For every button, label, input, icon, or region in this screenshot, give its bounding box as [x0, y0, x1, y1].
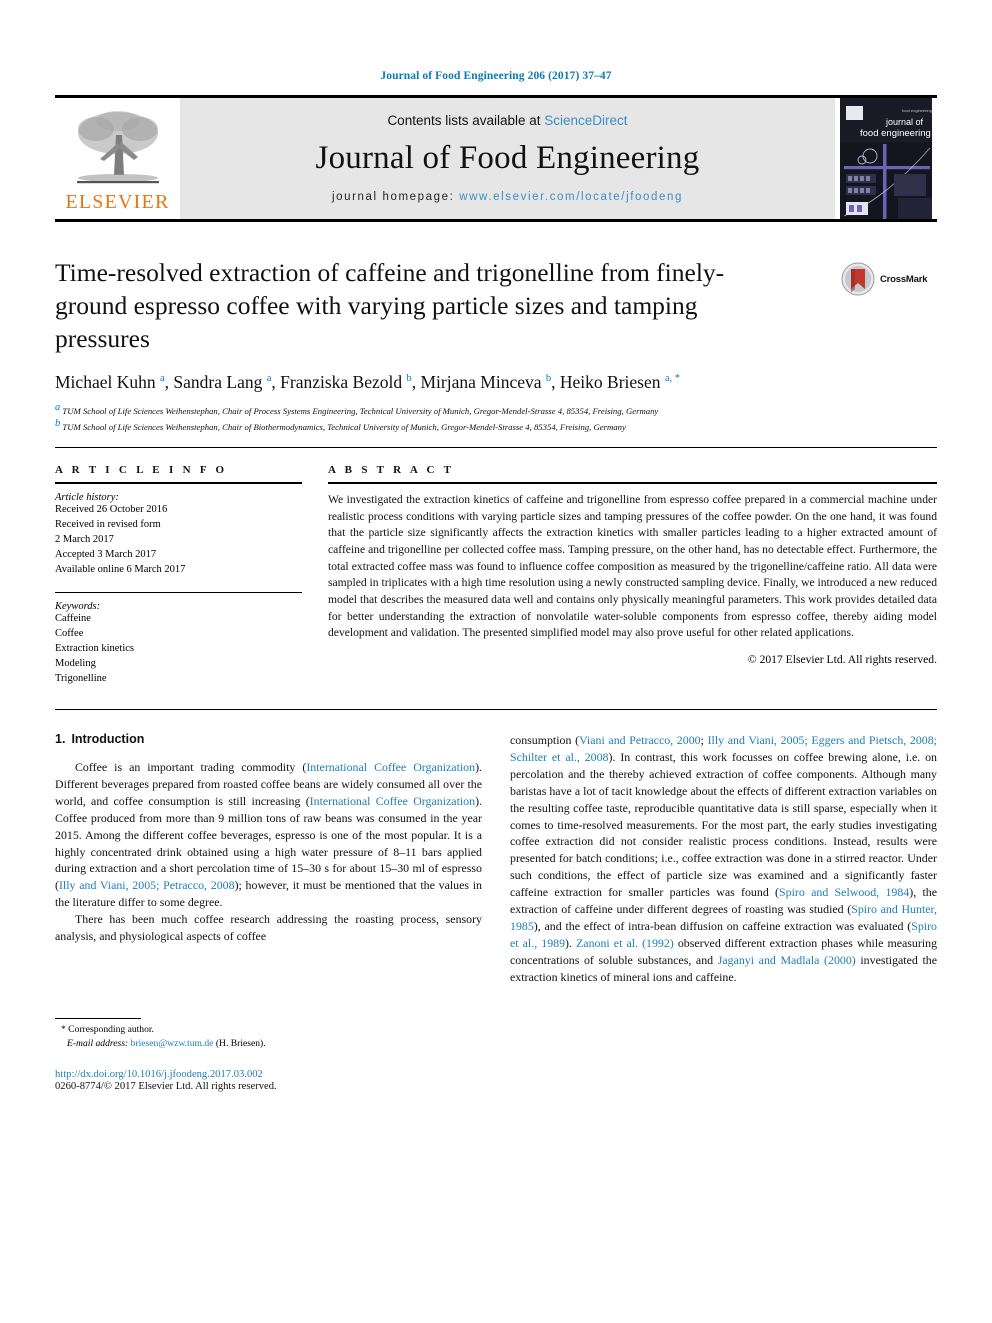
citation-link: Jaganyi and Madlala (2000): [717, 952, 856, 967]
keyword-item: Modeling: [55, 658, 96, 670]
journal-masthead: ELSEVIER Contents lists available at Sci…: [55, 95, 937, 222]
issn-copyright-line: 0260-8774/© 2017 Elsevier Ltd. All right…: [55, 1081, 277, 1093]
affiliation-a: a TUM School of Life Sciences Weihenstep…: [55, 401, 937, 417]
keywords-title: Keywords:: [55, 601, 101, 613]
doi-link[interactable]: http://dx.doi.org/10.1016/j.jfoodeng.201…: [55, 1069, 482, 1080]
citation-link: International Coffee Organization: [306, 760, 476, 775]
journal-cover-thumbnail: food engineering journal of food enginee…: [835, 98, 937, 219]
keyword-item: Coffee: [55, 628, 84, 640]
body-column-left: 1. Introduction Coffee is an important tr…: [55, 732, 482, 1092]
citation-link: Viani and Petracco, 2000: [579, 733, 701, 748]
history-item: Available online 6 March 2017: [55, 563, 186, 575]
abstract-rule: [328, 481, 937, 484]
history-item: 2 March 2017: [55, 533, 114, 545]
article-info-rule: [55, 481, 302, 484]
affiliation-a-text: TUM School of Life Sciences Weihenstepha…: [62, 406, 659, 417]
keyword-item: Caffeine: [55, 613, 91, 625]
journal-homepage-line: journal homepage: www.elsevier.com/locat…: [332, 191, 683, 203]
abstract-copyright: © 2017 Elsevier Ltd. All rights reserved…: [747, 653, 937, 667]
corresponding-author-text: Corresponding author.: [68, 1023, 154, 1035]
citation-link: Spiro et al., 1989: [510, 918, 937, 950]
page-title: Time-resolved extraction of caffeine and…: [55, 258, 725, 354]
divider-above-info: [55, 446, 937, 448]
article-info-heading: A R T I C L E I N F O: [55, 463, 228, 476]
email-suffix: (H. Briesen).: [215, 1038, 266, 1050]
email-label: E-mail address:: [67, 1038, 129, 1050]
affiliation-mark-b: b: [55, 418, 61, 430]
crossmark-logo-icon: [841, 262, 875, 296]
contents-available-line: Contents lists available at ScienceDirec…: [387, 113, 627, 128]
title-area: Time-resolved extraction of caffeine and…: [55, 256, 937, 355]
journal-title: Journal of Food Engineering: [315, 139, 700, 176]
info-abstract-section: A R T I C L E I N F O Article history: R…: [55, 464, 937, 687]
elsevier-tree-icon: [76, 111, 159, 184]
email-note: E-mail address: briesen@wzw.tum.de (H. B…: [55, 1037, 482, 1051]
citation-link: Zanoni et al. (1992): [576, 935, 674, 950]
crossmark-label: CrossMark: [880, 273, 928, 285]
email-link[interactable]: briesen@wzw.tum.de: [131, 1038, 214, 1049]
section-number: 1.: [55, 732, 66, 747]
history-item: Received in revised form: [55, 518, 161, 530]
masthead-center: Contents lists available at ScienceDirec…: [180, 98, 835, 219]
keyword-item: Trigonelline: [55, 673, 107, 685]
article-history-title: Article history:: [55, 491, 119, 503]
homepage-url-link[interactable]: www.elsevier.com/locate/jfoodeng: [459, 191, 683, 203]
keywords-rule: [55, 592, 302, 594]
affiliation-b-text: TUM School of Life Sciences Weihenstepha…: [62, 421, 626, 432]
keyword-item: Extraction kinetics: [55, 643, 135, 655]
citation-link: Illy and Viani, 2005; Petracco, 2008: [58, 878, 235, 893]
author-list: Michael Kuhn a, Sandra Lang a, Franziska…: [55, 372, 681, 393]
svg-text:journal of: journal of: [885, 117, 924, 127]
article-page: Journal of Food Engineering 206 (2017) 3…: [0, 0, 992, 1323]
intro-paragraph-2-continued: consumption (Viani and Petracco, 2000; I…: [510, 733, 938, 984]
abstract-heading: A B S T R A C T: [328, 463, 455, 476]
history-item: Accepted 3 March 2017: [55, 548, 157, 560]
running-head: Journal of Food Engineering 206 (2017) 3…: [380, 70, 612, 82]
article-info-column: A R T I C L E I N F O Article history: R…: [55, 464, 302, 687]
body-column-right: consumption (Viani and Petracco, 2000; I…: [510, 732, 937, 1092]
intro-paragraph-2-start: There has been much coffee research addr…: [55, 912, 482, 944]
section-title: Introduction: [71, 732, 145, 747]
affiliation-b: b TUM School of Life Sciences Weihenstep…: [55, 417, 937, 433]
elsevier-wordmark: ELSEVIER: [65, 191, 170, 213]
abstract-text: We investigated the extraction kinetics …: [328, 492, 937, 640]
citation-link: International Coffee Organization: [309, 793, 476, 808]
contents-prefix: Contents lists available at: [387, 112, 545, 128]
journal-cover-icon: food engineering journal of food enginee…: [840, 98, 932, 219]
divider-above-body: [55, 709, 937, 711]
svg-text:food engineering: food engineering: [860, 128, 931, 139]
intro-paragraph-1: Coffee is an important trading commodity…: [55, 760, 483, 910]
history-item: Received 26 October 2016: [55, 503, 168, 515]
affiliation-list: a TUM School of Life Sciences Weihenstep…: [55, 401, 937, 433]
crossmark-badge[interactable]: CrossMark: [841, 262, 937, 296]
svg-text:food engineering: food engineering: [902, 108, 932, 113]
affiliation-mark-a: a: [55, 402, 61, 414]
footnote-block: * Corresponding author. E-mail address: …: [55, 1017, 482, 1092]
publisher-logo: ELSEVIER: [55, 98, 180, 219]
corresponding-author-note: * Corresponding author.: [55, 1023, 482, 1037]
homepage-prefix: journal homepage:: [331, 190, 460, 203]
citation-link: Spiro and Hunter, 1985: [510, 902, 937, 933]
section-heading-introduction: 1. Introduction: [55, 732, 482, 746]
citation-link: Spiro and Selwood, 1984: [779, 885, 910, 900]
body-columns: 1. Introduction Coffee is an important tr…: [55, 732, 937, 1092]
footnote-star: *: [61, 1024, 66, 1035]
sciencedirect-link[interactable]: ScienceDirect: [544, 113, 627, 128]
abstract-column: A B S T R A C T We investigated the extr…: [328, 464, 937, 687]
doi-block: http://dx.doi.org/10.1016/j.jfoodeng.201…: [55, 1069, 482, 1092]
citation-link: Illy and Viani, 2005; Eggers and Pietsch…: [510, 733, 937, 764]
footnote-rule: [55, 1017, 141, 1019]
